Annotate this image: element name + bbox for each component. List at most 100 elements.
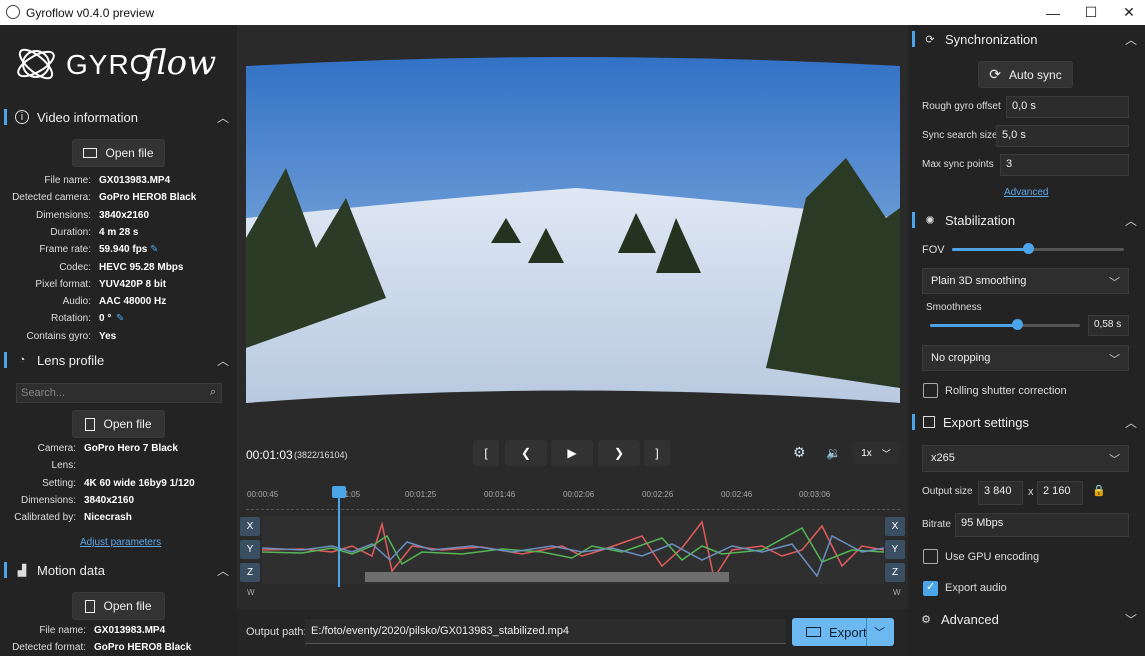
export-audio-checkbox[interactable]: ✓	[923, 581, 938, 596]
output-width-input[interactable]: 3 840	[978, 481, 1023, 505]
timeline-tick-label: 00:01:46	[484, 490, 516, 499]
info-key: File name:	[44, 175, 91, 186]
rolling-shutter-checkbox[interactable]	[923, 383, 938, 398]
sync-field-input[interactable]: 5,0 s	[996, 125, 1129, 147]
timeline-tick-label: 00:02:06	[563, 490, 595, 499]
size-separator: x	[1028, 486, 1034, 498]
chevron-up-icon[interactable]: ︿	[217, 562, 229, 579]
close-button[interactable]: ✕	[1106, 0, 1145, 25]
sync-range-bar[interactable]	[365, 572, 729, 582]
logo-script-text: flow	[144, 43, 217, 83]
set-out-point-button[interactable]: ]	[644, 440, 670, 466]
codec-value: x265	[931, 452, 955, 464]
cropping-select[interactable]: No cropping ﹀	[922, 345, 1129, 371]
lens-open-file-button[interactable]: Open file	[72, 410, 165, 438]
gyro-chart[interactable]	[261, 516, 885, 584]
axis-z-button[interactable]: Z	[885, 563, 905, 582]
lens-search-input[interactable]: Search... ⌕	[16, 383, 222, 403]
chevron-up-icon[interactable]: ︿	[217, 352, 229, 369]
axis-y-button[interactable]: Y	[240, 540, 260, 559]
lens-profile-header[interactable]: ◔ Lens profile ︿	[0, 347, 237, 373]
timeline-tick-label: 00:02:26	[642, 490, 674, 499]
sync-field-input[interactable]: 0,0 s	[1006, 96, 1129, 118]
info-row: Frame rate: 59.940 fps	[0, 244, 237, 261]
prev-frame-button[interactable]: ❮	[505, 440, 547, 466]
volume-icon[interactable]: 🔉	[826, 446, 841, 460]
chevron-up-icon[interactable]: ︿	[1125, 414, 1137, 431]
info-value: YUV420P 8 bit	[99, 278, 167, 290]
info-key: Detected camera:	[12, 192, 91, 204]
chevron-down-icon: ﹀	[1109, 454, 1120, 466]
smoothness-input[interactable]: 0,58 s	[1088, 315, 1129, 336]
accent-bar	[912, 414, 915, 430]
axis-z-button[interactable]: Z	[240, 563, 260, 582]
lock-icon[interactable]: 🔒	[1092, 484, 1106, 497]
rotation-edit-icon[interactable]: ✎	[116, 313, 124, 324]
video-preview[interactable]	[246, 48, 900, 415]
sync-advanced-link[interactable]: Advanced	[1004, 187, 1048, 198]
left-panel: GYRO flow i Video information ︿ Open fil…	[0, 25, 237, 656]
info-value: Nicecrash	[84, 512, 132, 524]
output-height-input[interactable]: 2 160	[1037, 481, 1083, 505]
axis-x-button[interactable]: X	[885, 517, 905, 536]
waveform-right-label: W	[893, 588, 901, 597]
stabilization-toggle-icon[interactable]: ⚙	[793, 444, 806, 461]
axis-y-button[interactable]: Y	[885, 540, 905, 559]
motion-data-header[interactable]: ▟ Motion data ︿	[0, 557, 237, 583]
lens-icon: ◔	[18, 354, 26, 366]
frame-rate-edit-icon[interactable]: ✎	[150, 244, 158, 255]
export-settings-header[interactable]: Export settings ︿	[908, 409, 1145, 435]
auto-sync-button[interactable]: ⟳ Auto sync	[978, 61, 1073, 88]
stabilization-header[interactable]: ✺ Stabilization ︿	[908, 207, 1145, 233]
sync-field-input[interactable]: 3	[1000, 154, 1129, 176]
playhead[interactable]	[331, 486, 346, 587]
set-in-point-button[interactable]: [	[473, 440, 499, 466]
info-row: Codec: HEVC 95.28 Mbps	[0, 262, 237, 279]
sync-title: Synchronization	[945, 31, 1038, 47]
codec-select[interactable]: x265 ﹀	[922, 445, 1129, 472]
chevron-down-icon[interactable]: ﹀	[874, 624, 885, 640]
sync-header[interactable]: ⟳ Synchronization ︿	[908, 26, 1145, 52]
chevron-up-icon[interactable]: ︿	[1125, 212, 1137, 229]
smoothness-slider[interactable]	[930, 319, 1080, 332]
smoothing-method-select[interactable]: Plain 3D smoothing ﹀	[922, 268, 1129, 294]
next-frame-button[interactable]: ❯	[598, 440, 640, 466]
fov-slider[interactable]	[952, 243, 1124, 256]
gear-icon: ⚙	[921, 613, 931, 626]
info-row: Dimensions: 3840x2160	[0, 495, 237, 512]
bitrate-input[interactable]: 95 Mbps	[955, 513, 1129, 537]
output-path-label: Output path:	[246, 626, 307, 638]
chevron-up-icon[interactable]: ︿	[1125, 31, 1137, 48]
chevron-left-icon: ❮	[520, 446, 532, 460]
adjust-parameters-link[interactable]: Adjust parameters	[80, 537, 161, 548]
axis-x-button[interactable]: X	[240, 517, 260, 536]
timeline-tick-label: 00:00:45	[247, 490, 279, 499]
sync-field-label: Rough gyro offset	[922, 101, 1001, 112]
chevron-down-icon[interactable]: ﹀	[1125, 611, 1137, 628]
sync-field-label: Sync search size	[922, 130, 998, 141]
advanced-header[interactable]: ⚙ Advanced ﹀	[908, 606, 1145, 632]
output-path-input[interactable]: E:/foto/eventy/2020/pilsko/GX013983_stab…	[305, 619, 786, 644]
motion-open-file-button[interactable]: Open file	[72, 592, 165, 620]
play-button[interactable]: ▶	[551, 440, 593, 466]
info-key: Calibrated by:	[14, 512, 76, 524]
export-settings-title: Export settings	[943, 414, 1029, 430]
video-info-header[interactable]: i Video information ︿	[0, 104, 237, 130]
save-icon	[923, 416, 935, 428]
info-row: Setting: 4K 60 wide 16by9 1/120	[0, 478, 237, 495]
accent-bar	[4, 109, 7, 125]
playback-speed-select[interactable]: 1x ﹀	[853, 442, 899, 464]
center-panel: 00:01:03 (3822/16104) [ ❮ ▶ ❯ ] ⚙ 🔉 1x ﹀ …	[237, 25, 908, 656]
info-key: Lens:	[51, 460, 76, 472]
accent-bar	[912, 212, 915, 228]
accent-bar	[912, 31, 915, 47]
gpu-encoding-checkbox[interactable]	[923, 549, 938, 564]
info-row: Detected format: GoPro HERO8 Black	[0, 642, 237, 656]
waveform-left-label: W	[247, 588, 255, 597]
rolling-shutter-label: Rolling shutter correction	[945, 385, 1067, 397]
file-icon	[85, 417, 96, 431]
export-button[interactable]: Export ﹀	[792, 618, 894, 646]
chevron-up-icon[interactable]: ︿	[217, 109, 229, 126]
chevron-down-icon: ﹀	[1109, 354, 1120, 366]
video-open-file-button[interactable]: Open file	[72, 139, 165, 167]
